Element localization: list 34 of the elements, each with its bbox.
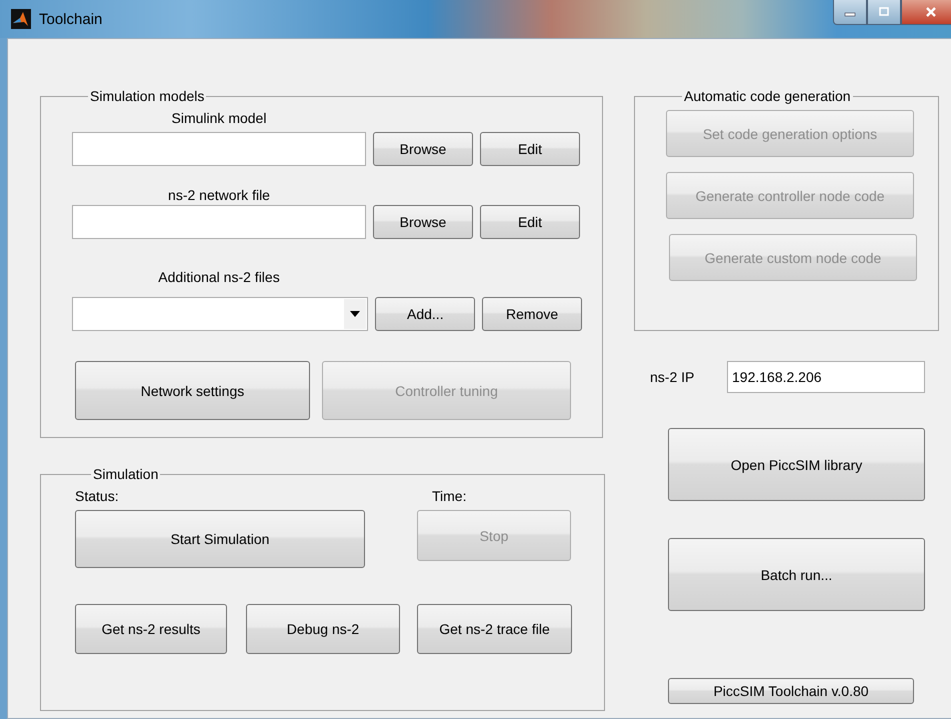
- button[interactable]: Get ns-2 results: [75, 604, 227, 654]
- minimize-button[interactable]: [833, 0, 867, 25]
- status-label: Status:: [75, 487, 120, 505]
- button[interactable]: Start Simulation: [75, 510, 365, 568]
- input-field[interactable]: [72, 132, 366, 166]
- button[interactable]: Edit: [480, 132, 580, 166]
- input-field[interactable]: [72, 205, 366, 239]
- button[interactable]: Browse: [373, 132, 473, 166]
- button[interactable]: Get ns-2 trace file: [417, 604, 572, 654]
- close-icon: [924, 6, 938, 18]
- close-button[interactable]: [901, 0, 951, 25]
- button[interactable]: Network settings: [75, 361, 310, 420]
- button[interactable]: Browse: [373, 205, 473, 239]
- time-label: Time:: [432, 487, 466, 505]
- field-label: Simulink model: [170, 109, 268, 127]
- panel-title: Simulation models: [89, 87, 206, 105]
- field-label: Additional ns-2 files: [157, 268, 281, 286]
- maximize-button[interactable]: [867, 0, 901, 25]
- app-icon: [11, 9, 31, 29]
- button[interactable]: Batch run...: [668, 538, 925, 611]
- dropdown-arrow-icon: [350, 311, 360, 317]
- field-label: ns-2 IP: [650, 368, 696, 386]
- window-title: Toolchain: [39, 10, 102, 28]
- button[interactable]: Add...: [375, 297, 476, 331]
- maximize-icon: [877, 7, 891, 17]
- button[interactable]: Edit: [480, 205, 580, 239]
- button[interactable]: Open PiccSIM library: [668, 428, 925, 501]
- button[interactable]: PiccSIM Toolchain v.0.80: [668, 678, 914, 704]
- panel-title: Simulation: [92, 465, 160, 483]
- panel-title: Automatic code generation: [683, 87, 852, 105]
- button[interactable]: Remove: [482, 297, 582, 331]
- field-label: ns-2 network file: [167, 186, 271, 204]
- input-field[interactable]: 192.168.2.206: [727, 361, 925, 393]
- button[interactable]: Debug ns-2: [246, 604, 400, 654]
